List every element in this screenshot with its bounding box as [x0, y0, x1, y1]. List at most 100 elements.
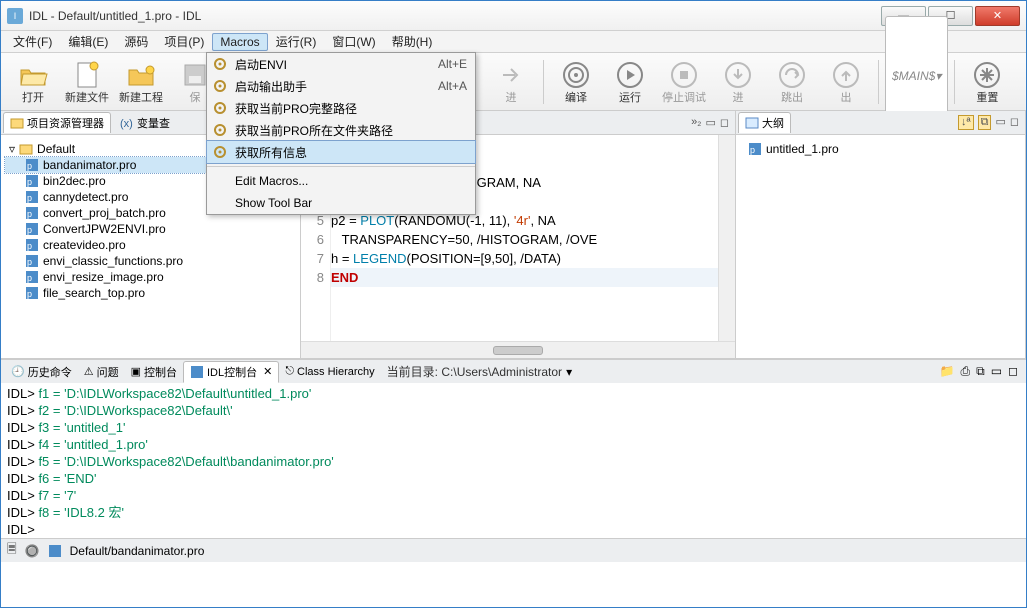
- step-in-icon: [722, 59, 754, 91]
- console-icon: ▣: [131, 365, 141, 378]
- svg-text:p: p: [27, 209, 32, 219]
- gear-icon: [211, 123, 229, 137]
- step-in-button[interactable]: 进: [712, 59, 764, 105]
- step-over-icon: [776, 59, 808, 91]
- open-button[interactable]: 打开: [7, 59, 59, 105]
- menu-source[interactable]: 源码: [116, 31, 156, 52]
- compile-button[interactable]: 编译: [550, 59, 602, 105]
- maximize-panel-icon[interactable]: ◻: [720, 116, 729, 129]
- menu-window[interactable]: 窗口(W): [324, 31, 383, 52]
- gear-icon: [211, 101, 229, 115]
- history-icon: 🕘: [11, 365, 25, 378]
- gear-icon: [211, 145, 229, 159]
- pro-file-icon: p: [25, 174, 39, 188]
- pro-file-icon: [48, 544, 62, 558]
- file-item[interactable]: pfile_search_top.pro: [5, 285, 296, 301]
- reset-icon: [971, 59, 1003, 91]
- macro-start-output[interactable]: 启动输出助手 Alt+A: [207, 75, 475, 97]
- svg-text:p: p: [27, 257, 32, 267]
- maximize-panel-icon[interactable]: ◻: [1008, 364, 1018, 379]
- pro-file-icon: p: [25, 286, 39, 300]
- menu-edit[interactable]: 编辑(E): [60, 31, 116, 52]
- new-file-button[interactable]: 新建文件: [61, 59, 113, 105]
- editor-marker: »₂: [691, 116, 701, 129]
- idl-console[interactable]: IDL> f1 = 'D:\IDLWorkspace82\Default\unt…: [1, 383, 1026, 538]
- step-over-button[interactable]: 跳出: [766, 59, 818, 105]
- svg-text:p: p: [27, 161, 32, 171]
- minimize-panel-icon[interactable]: ▭: [705, 116, 715, 129]
- chevron-down-icon[interactable]: ▾: [566, 365, 572, 379]
- pro-file-icon: p: [25, 190, 39, 204]
- variable-icon: (x): [120, 116, 134, 130]
- vertical-scrollbar[interactable]: [718, 135, 735, 341]
- pro-file-icon: p: [25, 158, 39, 172]
- tab-outline[interactable]: 大纲: [738, 112, 791, 133]
- filter-icon[interactable]: ⧉: [978, 115, 992, 130]
- tab-project-explorer[interactable]: 项目资源管理器: [3, 112, 111, 133]
- svg-text:p: p: [27, 193, 32, 203]
- minimize-panel-icon[interactable]: ▭: [995, 115, 1005, 130]
- step-out-button[interactable]: 出: [820, 59, 872, 105]
- tool1-icon[interactable]: ⎙: [961, 364, 971, 379]
- gear-icon: [211, 57, 229, 71]
- maximize-panel-icon[interactable]: ◻: [1010, 115, 1019, 130]
- explorer-icon: [10, 116, 24, 130]
- menu-file[interactable]: 文件(F): [5, 31, 60, 52]
- warning-icon: ⚠: [84, 365, 94, 378]
- tab-idl-console[interactable]: IDL控制台✕: [183, 361, 279, 383]
- macros-dropdown: 启动ENVI Alt+E 启动输出助手 Alt+A 获取当前PRO完整路径 获取…: [206, 52, 476, 215]
- outline-icon: [745, 116, 759, 130]
- step-into-button[interactable]: 进: [485, 59, 537, 105]
- horizontal-scrollbar[interactable]: [301, 341, 735, 358]
- play-icon: [614, 59, 646, 91]
- tab-variables[interactable]: (x) 变量查: [113, 112, 177, 133]
- menu-project[interactable]: 项目(P): [156, 31, 212, 52]
- svg-text:p: p: [750, 145, 755, 155]
- file-item[interactable]: pcreatevideo.pro: [5, 237, 296, 253]
- current-dir-label: 当前目录: C:\Users\Administrator: [387, 363, 562, 380]
- tab-console[interactable]: ▣控制台: [125, 362, 183, 382]
- macro-get-folder-path[interactable]: 获取当前PRO所在文件夹路径: [207, 119, 475, 141]
- pro-file-icon: p: [25, 238, 39, 252]
- minimize-panel-icon[interactable]: ▭: [991, 364, 1002, 379]
- status-icon: 🗏: [7, 540, 17, 561]
- project-icon: [19, 142, 33, 156]
- tab-class-hierarchy[interactable]: ⎋Class Hierarchy: [279, 363, 380, 380]
- chevron-down-icon: ▾: [935, 69, 941, 83]
- run-button[interactable]: 运行: [604, 59, 656, 105]
- menu-bar: 文件(F) 编辑(E) 源码 项目(P) Macros 运行(R) 窗口(W) …: [1, 31, 1026, 53]
- stop-icon: [668, 59, 700, 91]
- tool2-icon[interactable]: ⧉: [976, 364, 985, 379]
- show-tool-bar[interactable]: Show Tool Bar: [207, 192, 475, 214]
- outline-item[interactable]: p untitled_1.pro: [740, 141, 1021, 157]
- menu-macros[interactable]: Macros: [212, 33, 267, 51]
- tab-problems[interactable]: ⚠问题: [78, 362, 125, 382]
- stop-debug-button[interactable]: 停止调试: [658, 59, 710, 105]
- expand-icon[interactable]: ▿: [9, 142, 15, 156]
- pro-file-icon: p: [25, 222, 39, 236]
- file-item[interactable]: pConvertJPW2ENVI.pro: [5, 221, 296, 237]
- macro-get-all-info[interactable]: 获取所有信息: [207, 141, 475, 163]
- svg-text:p: p: [27, 289, 32, 299]
- file-item[interactable]: penvi_resize_image.pro: [5, 269, 296, 285]
- menu-run[interactable]: 运行(R): [268, 31, 325, 52]
- new-project-button[interactable]: 新建工程: [115, 59, 167, 105]
- close-button[interactable]: ✕: [975, 6, 1020, 26]
- menu-help[interactable]: 帮助(H): [384, 31, 441, 52]
- edit-macros[interactable]: Edit Macros...: [207, 170, 475, 192]
- pro-file-icon: p: [25, 254, 39, 268]
- outline-tree[interactable]: p untitled_1.pro: [736, 135, 1025, 358]
- macro-start-envi[interactable]: 启动ENVI Alt+E: [207, 53, 475, 75]
- gear-icon: [560, 59, 592, 91]
- outline-tabbar: 大纲 ↓ª ⧉ ▭ ◻: [736, 111, 1025, 135]
- step-out-icon: [830, 59, 862, 91]
- macro-get-full-path[interactable]: 获取当前PRO完整路径: [207, 97, 475, 119]
- file-item[interactable]: penvi_classic_functions.pro: [5, 253, 296, 269]
- reset-button[interactable]: 重置: [961, 59, 1013, 105]
- pro-file-icon: p: [25, 206, 39, 220]
- breakpoint-icon[interactable]: 🔘: [25, 544, 40, 558]
- tab-history[interactable]: 🕘历史命令: [5, 362, 78, 382]
- sort-icon[interactable]: ↓ª: [958, 115, 974, 130]
- svg-text:p: p: [27, 225, 32, 235]
- folder-icon[interactable]: 📁: [940, 364, 955, 379]
